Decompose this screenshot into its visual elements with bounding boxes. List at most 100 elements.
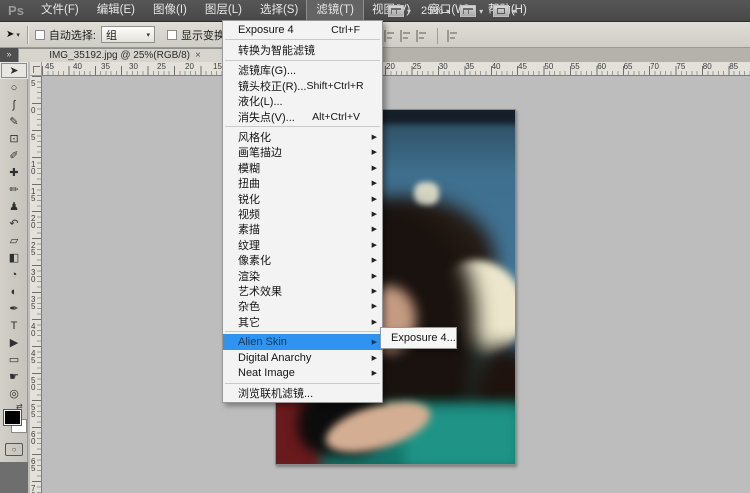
menu-item-shortcut: Shift+Ctrl+R — [306, 79, 364, 92]
filter-menu-item-素描[interactable]: 素描 ▶ — [223, 222, 382, 237]
gradient-tool-icon: ◧ — [8, 252, 20, 264]
ruler-label: 35 — [31, 295, 36, 311]
clone-stamp-tool-icon: ♟ — [9, 201, 19, 213]
move-tool[interactable]: ➤ — [0, 62, 28, 79]
filter-menu-item-风格化[interactable]: 风格化 ▶ — [223, 129, 382, 144]
filter-menu-item-锐化[interactable]: 锐化 ▶ — [223, 191, 382, 206]
ruler-label: 60 — [31, 430, 36, 446]
dodge-tool[interactable]: ◐ — [0, 283, 28, 300]
menu-item-label: 锐化 — [238, 193, 260, 206]
submenu-arrow-icon: ▶ — [371, 134, 377, 142]
launch-bridge-button[interactable]: ▾ — [388, 5, 411, 17]
tool-preset-icon[interactable]: ➤ — [6, 29, 14, 40]
filter-submenu-item[interactable]: Exposure 4... — [380, 327, 457, 349]
healing-brush-tool[interactable]: ✚ — [0, 164, 28, 181]
filter-menu-item-Digital-Anarchy[interactable]: Digital Anarchy ▶ — [223, 350, 382, 365]
chevron-down-icon: ▾ — [446, 6, 451, 16]
blur-tool[interactable]: ◔ — [0, 266, 28, 283]
filter-menu-item-转换为智能滤镜[interactable]: 转换为智能滤镜 — [223, 42, 382, 57]
zoom-level-control[interactable]: 25% ▾ — [421, 5, 450, 17]
quick-selection-tool[interactable]: ✎ — [0, 113, 28, 130]
menu-图层(L)[interactable]: 图层(L) — [196, 0, 251, 21]
filter-menu-item-画笔描边[interactable]: 画笔描边 ▶ — [223, 145, 382, 160]
align-icon[interactable] — [447, 30, 459, 42]
shape-tool[interactable]: ▭ — [0, 351, 28, 368]
menu-文件(F)[interactable]: 文件(F) — [32, 0, 88, 21]
filter-menu-item-液化-L-[interactable]: 液化(L)... — [223, 94, 382, 109]
ruler-label: 15 — [213, 62, 222, 71]
menu-编辑(E)[interactable]: 编辑(E) — [88, 0, 144, 21]
ruler-label: 85 — [729, 62, 739, 71]
submenu-arrow-icon: ▶ — [371, 339, 377, 347]
filter-menu-item-Exposure-4[interactable]: Exposure 4 Ctrl+F — [223, 22, 382, 37]
ruler-label: 65 — [31, 457, 36, 473]
zoom-tool[interactable]: ◎ — [0, 385, 28, 402]
filter-menu-item-Alien-Skin[interactable]: Alien Skin ▶ — [223, 334, 382, 350]
document-tab[interactable]: IMG_35192.jpg @ 25%(RGB/8) × — [18, 48, 232, 62]
eyedropper-tool[interactable]: ✐ — [0, 147, 28, 164]
panel-collapse-button[interactable]: » — [0, 48, 18, 62]
close-icon[interactable]: × — [195, 50, 201, 61]
pen-tool[interactable]: ✒ — [0, 300, 28, 317]
filter-menu-item-浏览联机滤镜-[interactable]: 浏览联机滤镜... — [223, 386, 382, 401]
filter-menu: Exposure 4 Ctrl+F 转换为智能滤镜滤镜库(G)... 镜头校正(R).… — [222, 20, 383, 403]
eraser-tool-icon: ▱ — [9, 235, 19, 247]
screen-mode-button[interactable]: ▾ — [493, 5, 516, 17]
auto-select-dropdown[interactable]: 组 ▾ — [100, 26, 155, 43]
filter-menu-item-消失点-V-[interactable]: 消失点(V)... Alt+Ctrl+V — [223, 109, 382, 124]
filter-menu-item-Neat-Image[interactable]: Neat Image ▶ — [223, 365, 382, 380]
menu-item-label: 滤镜库(G)... — [238, 65, 297, 78]
gradient-tool[interactable]: ◧ — [0, 249, 28, 266]
menu-选择(S)[interactable]: 选择(S) — [251, 0, 307, 21]
menu-item-label: 风格化 — [238, 132, 271, 145]
filter-menu-item-像素化[interactable]: 像素化 ▶ — [223, 252, 382, 267]
chevron-down-icon[interactable]: ▾ — [16, 31, 20, 39]
brush-tool-icon: ✏ — [9, 184, 19, 196]
hand-tool[interactable]: ☛ — [0, 368, 28, 385]
ruler-label: 20 — [31, 214, 36, 230]
eraser-tool[interactable]: ▱ — [0, 232, 28, 249]
history-brush-tool[interactable]: ↶ — [0, 215, 28, 232]
menu-item-label: 渲染 — [238, 270, 260, 283]
align-icon[interactable] — [416, 30, 428, 42]
menu-item-label: 视频 — [238, 209, 260, 221]
path-selection-tool[interactable]: ▶ — [0, 334, 28, 351]
filter-menu-item-扭曲[interactable]: 扭曲 ▶ — [223, 176, 382, 191]
auto-select-checkbox[interactable] — [34, 29, 45, 40]
photoshop-window: Ps 文件(F)编辑(E)图像(I)图层(L)选择(S)滤镜(T)视图(V)窗口… — [0, 0, 750, 493]
filter-menu-item-模糊[interactable]: 模糊 ▶ — [223, 160, 382, 175]
ruler-label: 25 — [31, 241, 36, 257]
menu-滤镜(T)[interactable]: 滤镜(T) — [306, 0, 364, 22]
filter-menu-item-滤镜库-G-[interactable]: 滤镜库(G)... — [223, 63, 382, 78]
filter-menu-item-镜头校正-R-[interactable]: 镜头校正(R)... Shift+Ctrl+R — [223, 78, 382, 93]
submenu-arrow-icon: ▶ — [371, 354, 377, 362]
type-tool[interactable]: T — [0, 317, 28, 334]
zoom-tool-icon: ◎ — [9, 388, 19, 400]
dodge-tool-icon: ◐ — [10, 285, 18, 298]
filter-menu-item-其它[interactable]: 其它 ▶ — [223, 314, 382, 329]
menu-图像(I)[interactable]: 图像(I) — [144, 0, 196, 21]
submenu-arrow-icon: ▶ — [371, 210, 377, 218]
menu-item-label: 杂色 — [238, 301, 260, 314]
vertical-ruler[interactable]: 50510152025303540455055606570 — [30, 76, 42, 493]
crop-tool[interactable]: ⊡ — [0, 130, 28, 147]
filter-menu-item-渲染[interactable]: 渲染 ▶ — [223, 268, 382, 283]
filter-menu-item-视频[interactable]: 视频 ▶ — [223, 206, 382, 221]
quick-mask-button[interactable]: ○ — [5, 443, 23, 456]
chevron-down-icon: ▾ — [479, 6, 484, 16]
filter-menu-item-艺术效果[interactable]: 艺术效果 ▶ — [223, 283, 382, 298]
shape-tool-icon: ▭ — [8, 354, 20, 366]
foreground-color-swatch[interactable] — [3, 409, 22, 426]
clone-stamp-tool[interactable]: ♟ — [0, 198, 28, 215]
ruler-origin-corner[interactable] — [30, 62, 42, 76]
align-icon[interactable] — [384, 30, 396, 42]
marquee-tool[interactable]: ○ — [0, 79, 28, 96]
filter-menu-item-杂色[interactable]: 杂色 ▶ — [223, 299, 382, 314]
filter-menu-item-纹理[interactable]: 纹理 ▶ — [223, 237, 382, 252]
align-icon[interactable] — [400, 30, 412, 42]
show-transform-checkbox[interactable] — [166, 29, 177, 40]
horizontal-ruler[interactable]: 45 40 35 30 25 20 15 20 25 30 35 40 45 50 55 60 65 70 75 80… — [42, 62, 750, 76]
lasso-tool[interactable]: ʃ — [0, 96, 28, 113]
arrange-documents-button[interactable]: ▾ — [460, 5, 483, 17]
brush-tool[interactable]: ✏ — [0, 181, 28, 198]
